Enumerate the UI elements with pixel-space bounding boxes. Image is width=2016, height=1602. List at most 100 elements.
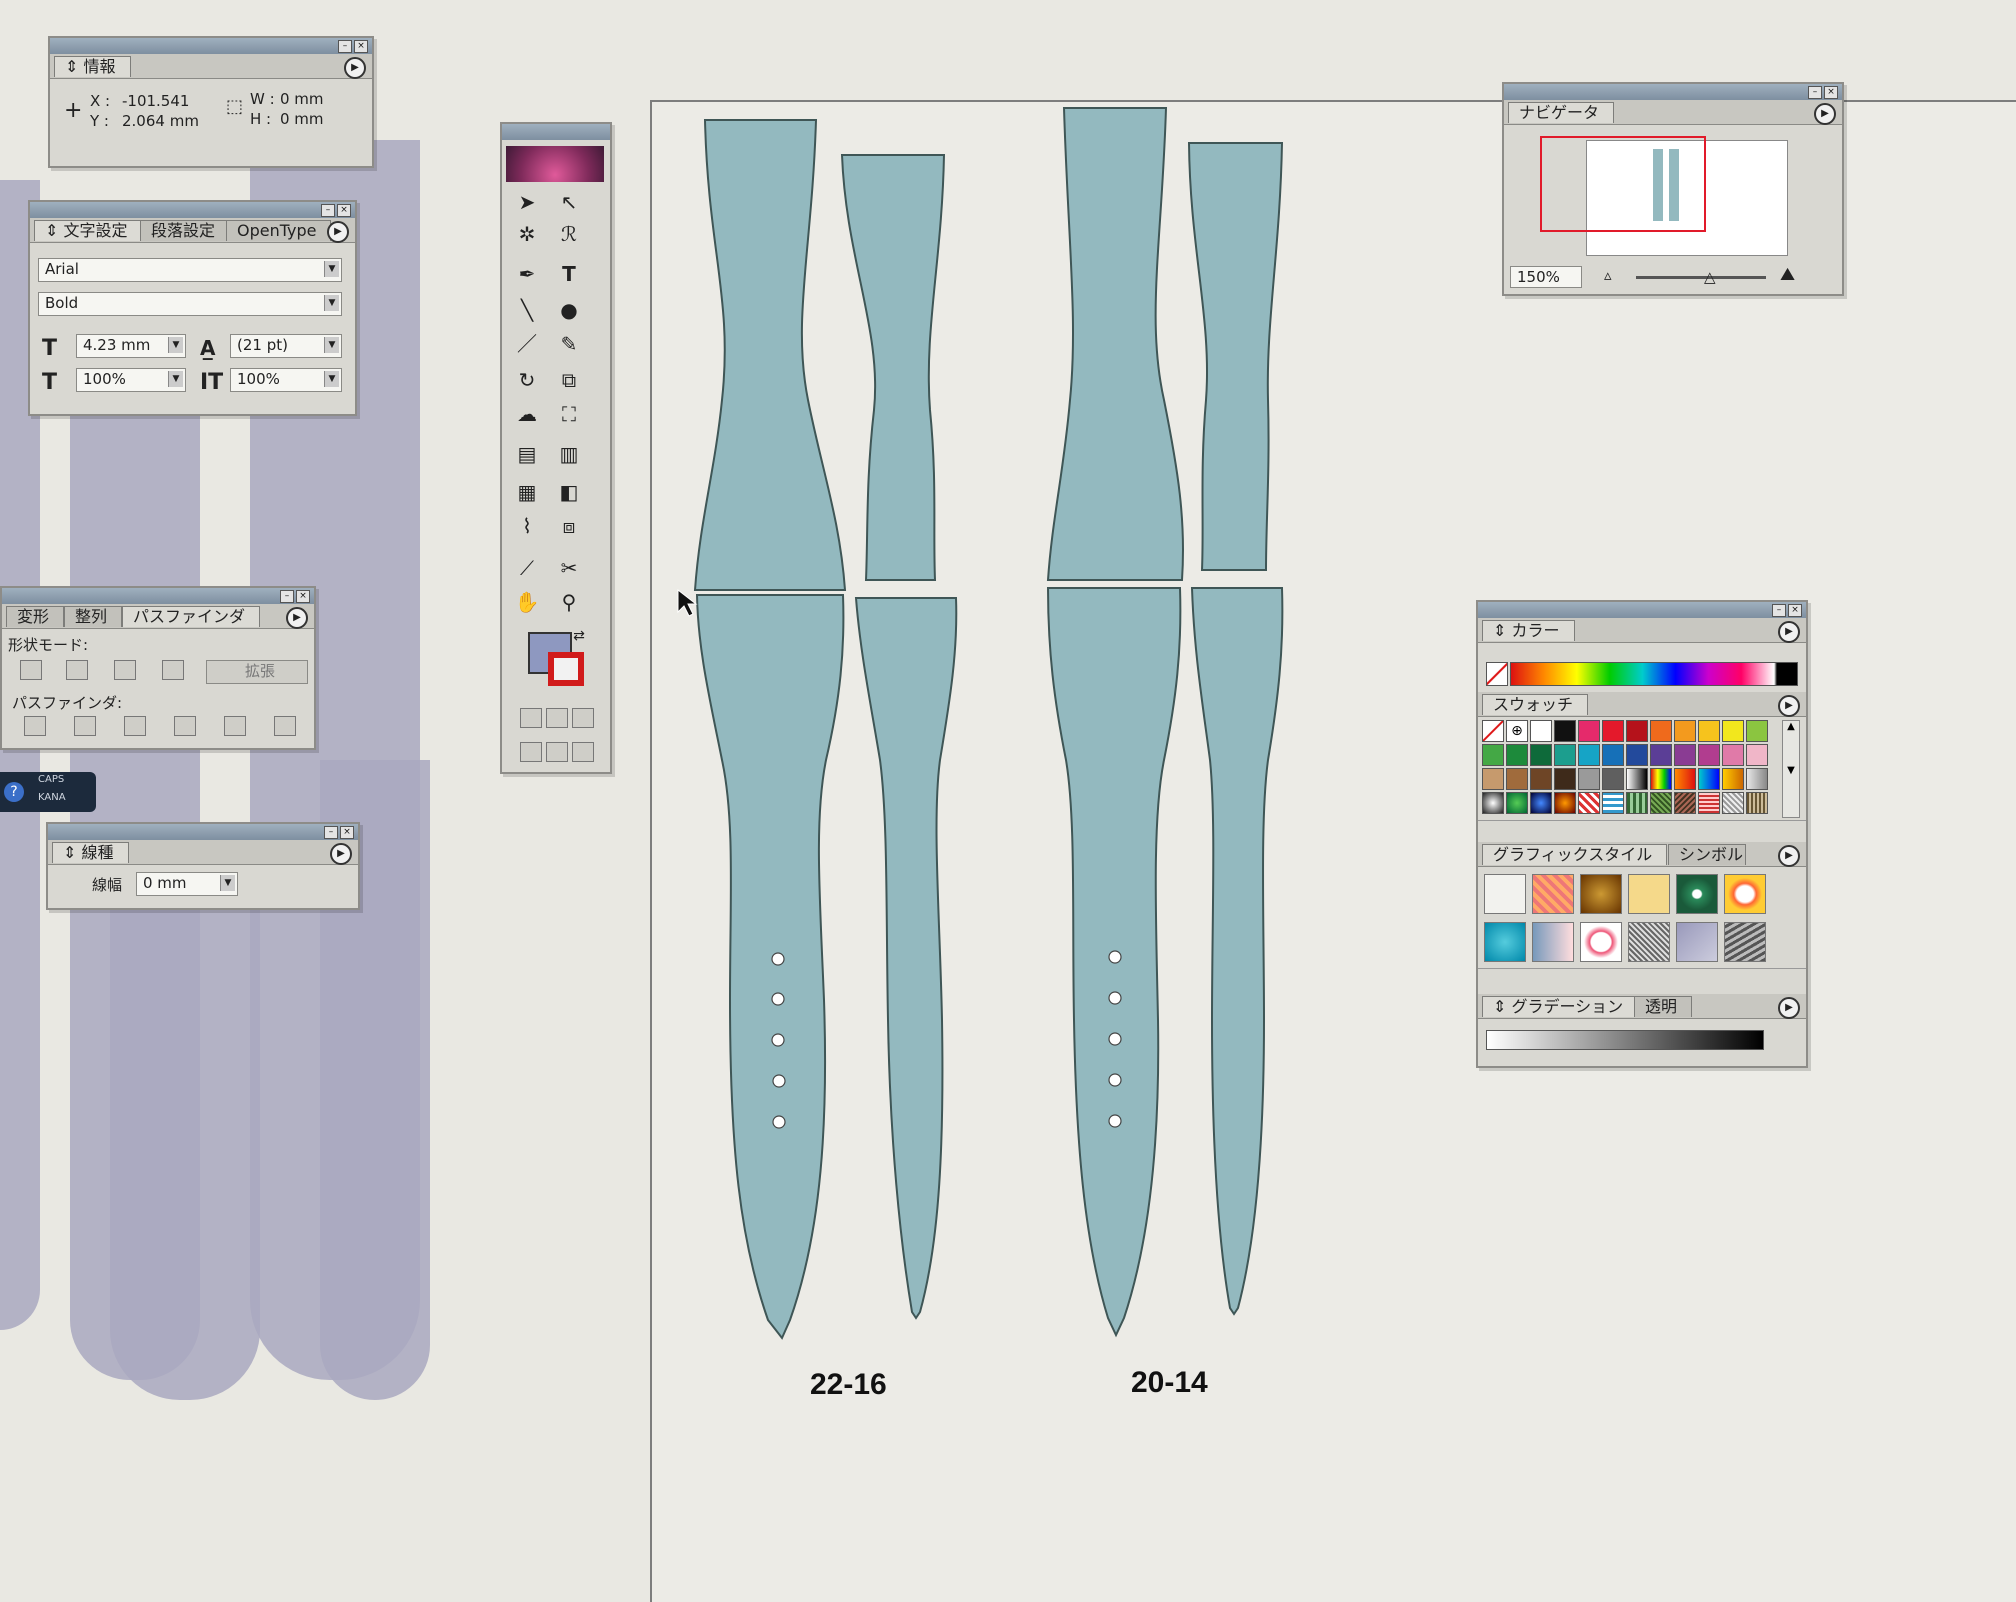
swatch[interactable]: [1626, 792, 1648, 814]
type-tool-icon[interactable]: T: [554, 260, 584, 288]
minimize-button[interactable]: –: [324, 826, 338, 839]
swatch[interactable]: [1554, 792, 1576, 814]
chevron-down-icon[interactable]: ▼: [168, 337, 183, 353]
panel-menu-icon[interactable]: ▶: [1778, 621, 1800, 643]
graphic-style[interactable]: [1628, 922, 1670, 962]
swatch[interactable]: [1578, 792, 1600, 814]
vertical-scale-field[interactable]: 100% ▼: [230, 368, 342, 392]
swatch[interactable]: [1506, 744, 1528, 766]
tab-transparency[interactable]: 透明: [1634, 996, 1693, 1017]
graphic-style-default[interactable]: [1484, 874, 1526, 914]
stroke-titlebar[interactable]: – ×: [48, 824, 358, 840]
panel-menu-icon[interactable]: ▶: [327, 221, 349, 243]
zoom-slider-thumb[interactable]: △: [1704, 268, 1716, 286]
swatch-registration[interactable]: ⊕: [1506, 720, 1528, 742]
warp-tool-icon[interactable]: ☁: [512, 400, 542, 428]
free-transform-icon[interactable]: ⛶: [554, 400, 584, 428]
hand-tool-icon[interactable]: ✋: [512, 588, 542, 616]
screen-mode-full-menu-button[interactable]: [546, 742, 568, 762]
graphic-style[interactable]: [1724, 874, 1766, 914]
tab-transform[interactable]: 変形: [6, 606, 65, 627]
swatch[interactable]: [1482, 768, 1504, 790]
font-size-field[interactable]: 4.23 mm ▼: [76, 334, 186, 358]
chevron-down-icon[interactable]: ▼: [168, 371, 183, 387]
close-button[interactable]: ×: [1824, 86, 1838, 99]
graphic-style[interactable]: [1532, 874, 1574, 914]
pencil-icon[interactable]: ✎: [554, 330, 584, 358]
swatch[interactable]: [1578, 768, 1600, 790]
intersect-shape-button[interactable]: [114, 660, 136, 680]
minimize-button[interactable]: –: [1808, 86, 1822, 99]
swatch[interactable]: [1674, 744, 1696, 766]
swatch[interactable]: [1554, 768, 1576, 790]
swap-colors-icon[interactable]: ⇄: [564, 622, 594, 650]
trim-button[interactable]: [74, 716, 96, 736]
scale-tool-icon[interactable]: ⧉: [554, 366, 584, 394]
swatch[interactable]: [1746, 720, 1768, 742]
swatch[interactable]: [1650, 720, 1672, 742]
mesh-tool-icon[interactable]: ▦: [512, 478, 542, 506]
swatch-grid[interactable]: ⊕: [1482, 720, 1778, 820]
swatch[interactable]: [1482, 792, 1504, 814]
panel-menu-icon[interactable]: ▶: [344, 57, 366, 79]
blend-tool-icon[interactable]: ⧈: [554, 512, 584, 540]
tab-color[interactable]: ⇕ カラー: [1482, 620, 1575, 641]
close-button[interactable]: ×: [354, 40, 368, 53]
swatch[interactable]: [1698, 768, 1720, 790]
swatch[interactable]: [1626, 768, 1648, 790]
exclude-shape-button[interactable]: [162, 660, 184, 680]
swatch[interactable]: [1722, 720, 1744, 742]
leading-field[interactable]: (21 pt) ▼: [230, 334, 342, 358]
swatch[interactable]: [1650, 792, 1672, 814]
screen-mode-standard-button[interactable]: [520, 742, 542, 762]
font-style-select[interactable]: Bold ▼: [38, 292, 342, 316]
swatch[interactable]: [1722, 744, 1744, 766]
panel-menu-icon[interactable]: ▶: [1778, 845, 1800, 867]
tab-symbols[interactable]: シンボル: [1668, 844, 1746, 865]
swatch[interactable]: [1746, 744, 1768, 766]
tab-character[interactable]: ⇕ 文字設定: [34, 220, 143, 241]
swatch[interactable]: [1602, 768, 1624, 790]
swatch[interactable]: [1554, 720, 1576, 742]
graphic-style[interactable]: [1628, 874, 1670, 914]
graph-tool-icon[interactable]: ▥: [554, 440, 584, 468]
merge-button[interactable]: [124, 716, 146, 736]
graphic-style[interactable]: [1532, 922, 1574, 962]
swatch[interactable]: [1722, 768, 1744, 790]
swatch[interactable]: [1530, 768, 1552, 790]
paintbrush-icon[interactable]: ／: [512, 330, 542, 358]
toolbox-titlebar[interactable]: [502, 124, 610, 140]
zoom-out-icon[interactable]: ▵: [1604, 266, 1612, 284]
panel-menu-icon[interactable]: ▶: [330, 843, 352, 865]
slice-tool-icon[interactable]: ⟋: [512, 554, 542, 582]
minus-back-button[interactable]: [274, 716, 296, 736]
scissors-icon[interactable]: ✂: [554, 554, 584, 582]
swatch[interactable]: [1482, 744, 1504, 766]
tab-paragraph[interactable]: 段落設定: [140, 220, 231, 241]
panel-menu-icon[interactable]: ▶: [1814, 103, 1836, 125]
graphic-style[interactable]: [1676, 874, 1718, 914]
graphic-style[interactable]: [1580, 922, 1622, 962]
gradient-tool-icon[interactable]: ◧: [554, 478, 584, 506]
chevron-down-icon[interactable]: ▼: [324, 337, 339, 353]
graphic-style[interactable]: [1724, 922, 1766, 962]
close-button[interactable]: ×: [337, 204, 351, 217]
minimize-button[interactable]: –: [338, 40, 352, 53]
close-button[interactable]: ×: [340, 826, 354, 839]
selection-tool-icon[interactable]: ➤: [512, 188, 542, 216]
rotate-tool-icon[interactable]: ↻: [512, 366, 542, 394]
stroke-color-box[interactable]: [548, 652, 584, 686]
color-titlebar[interactable]: – ×: [1478, 602, 1806, 618]
swatch[interactable]: [1650, 768, 1672, 790]
add-shape-button[interactable]: [20, 660, 42, 680]
tab-gradient[interactable]: ⇕ グラデーション: [1482, 996, 1639, 1017]
chevron-down-icon[interactable]: ▼: [324, 261, 339, 277]
horizontal-scale-field[interactable]: 100% ▼: [76, 368, 186, 392]
lasso-icon[interactable]: ℛ: [554, 220, 584, 248]
close-button[interactable]: ×: [296, 590, 310, 603]
pathfinder-titlebar[interactable]: – ×: [2, 588, 314, 604]
swatch[interactable]: [1746, 792, 1768, 814]
none-mode-button[interactable]: [572, 708, 594, 728]
divide-button[interactable]: [24, 716, 46, 736]
panel-menu-icon[interactable]: ▶: [286, 607, 308, 629]
